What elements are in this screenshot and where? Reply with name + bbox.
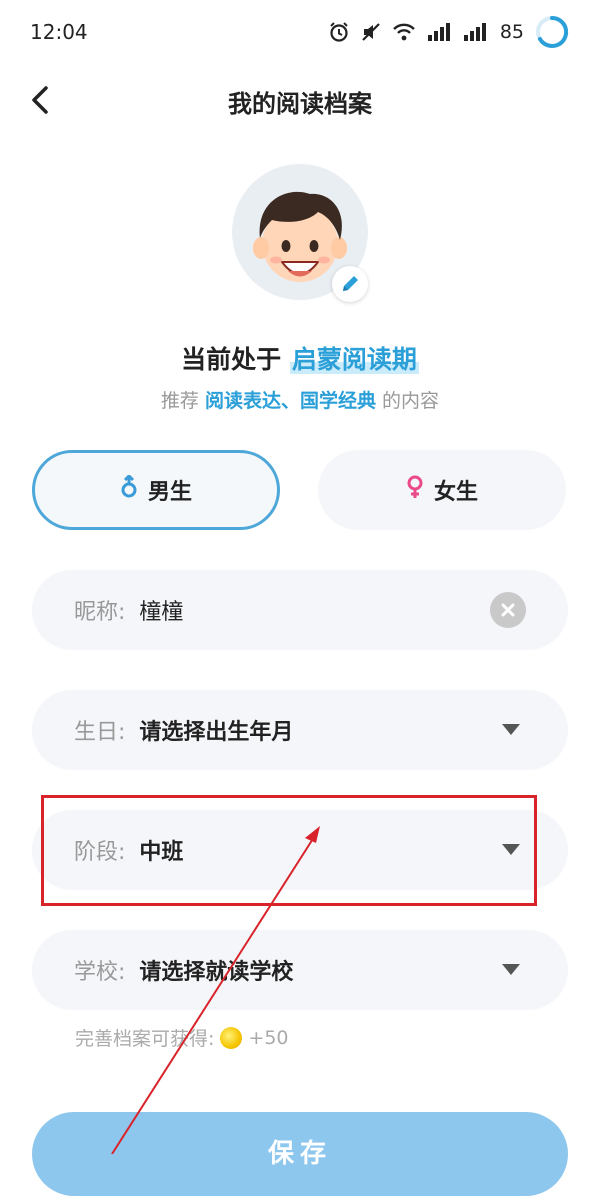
gender-female-button[interactable]: 女生: [318, 450, 566, 530]
male-symbol-icon: [120, 473, 138, 505]
reward-value: +50: [248, 1026, 289, 1049]
pencil-icon: [343, 276, 358, 291]
reward-text: 完善档案可获得:: [75, 1028, 215, 1050]
recommend-topics: 阅读表达、国学经典: [204, 390, 376, 412]
gender-female-label: 女生: [433, 480, 478, 505]
battery-ring-icon: [534, 14, 570, 50]
page-title: 我的阅读档案: [228, 90, 372, 118]
status-icons: 85: [328, 12, 570, 52]
birthday-select[interactable]: 请选择出生年月: [139, 714, 293, 746]
wifi-icon: [392, 22, 416, 42]
mute-icon: [360, 21, 382, 43]
recommend-line: 推荐 阅读表达、国学经典 的内容: [0, 386, 600, 413]
coin-icon: [220, 1026, 243, 1049]
annotation-highlight-box: [41, 795, 537, 906]
gender-male-button[interactable]: 男生: [32, 450, 280, 530]
recommend-prefix: 推荐: [160, 390, 199, 412]
save-button[interactable]: 保存: [32, 1112, 568, 1196]
status-time: 12:04: [30, 20, 88, 44]
nickname-input[interactable]: 橦橦: [139, 594, 183, 626]
battery-level: 85: [499, 21, 524, 43]
edit-avatar-button[interactable]: [332, 266, 368, 302]
clear-icon[interactable]: [490, 592, 526, 628]
school-select[interactable]: 请选择就读学校: [139, 954, 293, 986]
female-symbol-icon: [406, 475, 424, 505]
gender-male-label: 男生: [147, 480, 192, 505]
nickname-field[interactable]: 昵称: 橦橦: [32, 570, 568, 650]
signal-5g-icon: [426, 21, 452, 43]
signal-4g-icon: [462, 21, 488, 43]
nickname-label: 昵称:: [74, 600, 126, 625]
reward-hint: 完善档案可获得: +50: [75, 1024, 289, 1051]
alarm-icon: [328, 21, 350, 43]
school-label: 学校:: [74, 960, 126, 985]
school-field[interactable]: 学校: 请选择就读学校: [32, 930, 568, 1010]
stage-name: 启蒙阅读期: [289, 345, 419, 374]
dropdown-arrow-icon: [502, 724, 520, 735]
birthday-label: 生日:: [74, 720, 126, 745]
reading-stage-line: 当前处于 启蒙阅读期: [0, 340, 600, 376]
dropdown-arrow-icon: [502, 964, 520, 975]
recommend-suffix: 的内容: [382, 390, 440, 412]
birthday-field[interactable]: 生日: 请选择出生年月: [32, 690, 568, 770]
stage-prefix: 当前处于: [181, 345, 282, 374]
